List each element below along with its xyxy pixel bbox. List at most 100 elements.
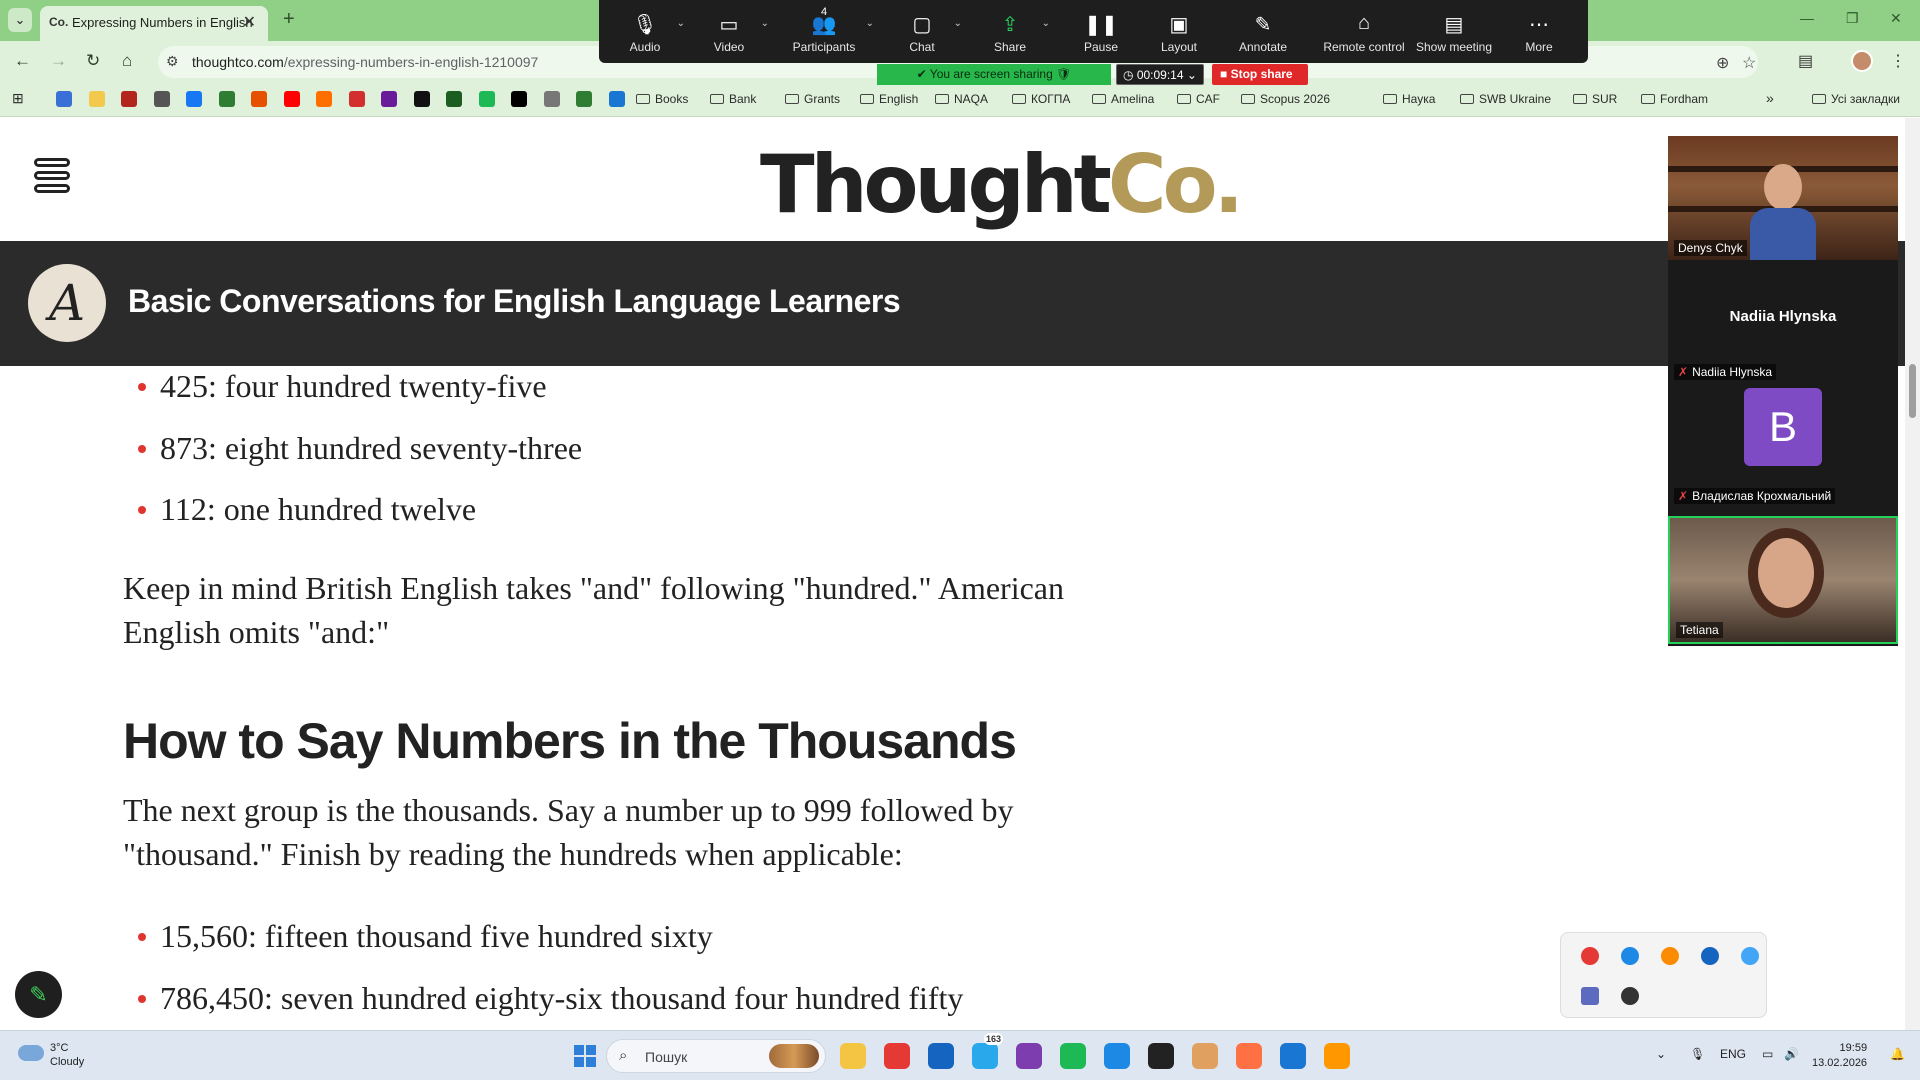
bookmark-star-icon[interactable]: ☆ — [1742, 53, 1756, 73]
cat-app-icon[interactable] — [1192, 1043, 1218, 1069]
annotate-pencil-icon[interactable]: ✎ — [15, 971, 62, 1018]
series-title[interactable]: Basic Conversations for English Language… — [128, 283, 901, 320]
pause-button[interactable]: ❚❚ Pause — [1061, 0, 1141, 63]
security-tray-icon[interactable] — [1621, 947, 1639, 965]
chevron-down-icon[interactable]: ⌄ — [677, 18, 685, 29]
annotate-button[interactable]: ✎ Annotate — [1223, 0, 1303, 63]
home-icon[interactable]: ⌂ — [122, 51, 132, 71]
avast-tray-icon[interactable] — [1661, 947, 1679, 965]
minimize-icon[interactable]: — — [1800, 10, 1814, 26]
scrollbar-thumb[interactable] — [1909, 364, 1916, 418]
viber-icon[interactable] — [1016, 1043, 1042, 1069]
video-tile[interactable]: Denys Chyk — [1668, 136, 1898, 260]
sketch-app-icon[interactable] — [1236, 1043, 1262, 1069]
remote-control-button[interactable]: ⌂ Remote control — [1317, 0, 1411, 63]
chevron-down-icon[interactable]: ⌄ — [866, 18, 874, 29]
bookmark-favicon-icon[interactable] — [121, 91, 137, 107]
chat-button[interactable]: ▢ Chat ⌄ — [882, 0, 962, 63]
side-panel-icon[interactable]: ▤ — [1798, 51, 1813, 71]
layout-button[interactable]: ▣ Layout — [1139, 0, 1219, 63]
store-icon[interactable] — [1104, 1043, 1130, 1069]
network-tray-icon[interactable] — [1741, 947, 1759, 965]
bookmark-favicon-icon[interactable] — [413, 91, 430, 107]
back-arrow-icon[interactable]: ← — [14, 51, 31, 71]
bookmark-favicon-icon[interactable] — [478, 91, 495, 107]
chrome-menu-icon[interactable]: ⋮ — [1890, 51, 1906, 71]
bookmark-favicon-icon[interactable] — [381, 91, 397, 107]
chevron-down-icon[interactable]: ⌄ — [761, 18, 769, 29]
bookmark-favicon-icon[interactable] — [153, 91, 170, 107]
media-player-icon[interactable] — [1324, 1043, 1350, 1069]
file-explorer-icon[interactable] — [840, 1043, 866, 1069]
zoom-tray-icon[interactable] — [1701, 947, 1719, 965]
bookmark-favicon-icon[interactable] — [316, 91, 332, 107]
zoom-magnifier-icon[interactable]: ⊕ — [1716, 53, 1729, 73]
page-scrollbar[interactable] — [1905, 118, 1920, 1030]
video-tile[interactable]: B ✗ Владислав Крохмальний — [1668, 384, 1898, 508]
chrome-icon[interactable] — [884, 1043, 910, 1069]
microphone-tray-icon[interactable]: 🎙 — [1690, 1047, 1705, 1061]
bookmark-folder[interactable]: Books — [636, 92, 688, 106]
app-tray-icon[interactable] — [1621, 987, 1639, 1005]
bookmark-favicon-icon[interactable] — [56, 91, 72, 107]
chevron-down-icon[interactable]: ⌄ — [1042, 18, 1050, 29]
apps-grid-icon[interactable]: ⊞ — [12, 90, 24, 107]
bookmark-folder[interactable]: Grants — [785, 92, 840, 106]
telegram-icon[interactable]: 163 — [972, 1033, 1004, 1069]
chevron-down-icon[interactable]: ⌄ — [954, 18, 962, 29]
bookmark-folder[interactable]: КОГПА — [1012, 92, 1070, 106]
meeting-timer[interactable]: ◷ 00:09:14 ⌄ — [1116, 64, 1204, 85]
bookmark-folder[interactable]: English — [860, 92, 918, 106]
reload-icon[interactable]: ↻ — [86, 51, 100, 71]
bookmark-favicon-icon[interactable] — [576, 91, 592, 107]
bookmark-folder[interactable]: Bank — [710, 92, 756, 106]
chrome-tray-icon[interactable] — [1581, 947, 1599, 965]
bookmark-favicon-icon[interactable] — [348, 91, 365, 107]
more-bookmarks-chevron-icon[interactable]: » — [1766, 90, 1774, 106]
bookmark-favicon-icon[interactable] — [543, 91, 560, 107]
restore-icon[interactable]: ❐ — [1846, 10, 1859, 27]
system-clock[interactable]: 19:59 13.02.2026 — [1812, 1041, 1867, 1071]
bookmark-folder[interactable]: CAF — [1177, 92, 1220, 106]
bookmark-favicon-icon[interactable] — [511, 91, 527, 107]
bookmark-folder[interactable]: Fordham — [1641, 92, 1708, 106]
profile-avatar[interactable] — [1851, 50, 1873, 72]
video-tile[interactable]: Nadiia Hlynska ✗ Nadiia Hlynska — [1668, 260, 1898, 384]
bookmark-favicon-icon[interactable] — [446, 91, 462, 107]
bookmark-favicon-icon[interactable] — [608, 91, 625, 107]
bookmark-folder[interactable]: Amelina — [1092, 92, 1154, 106]
share-button[interactable]: ⇪ Share ⌄ — [970, 0, 1050, 63]
app-icon[interactable] — [1148, 1043, 1174, 1069]
bookmark-favicon-icon[interactable] — [186, 91, 202, 107]
active-speaker-video-tile[interactable]: Tetiana — [1668, 516, 1898, 644]
bookmark-folder[interactable]: SWB Ukraine — [1460, 92, 1551, 106]
bookmark-favicon-icon[interactable] — [283, 91, 300, 107]
tab-close-icon[interactable]: ✕ — [243, 12, 256, 32]
hamburger-menu-icon[interactable] — [34, 158, 70, 202]
help-icon[interactable] — [1280, 1043, 1306, 1069]
browser-tab[interactable]: Co. Expressing Numbers in English ✕ — [40, 6, 268, 41]
zoom-app-icon[interactable] — [928, 1043, 954, 1069]
close-window-icon[interactable]: ✕ — [1890, 10, 1902, 27]
site-info-icon[interactable]: ⚙ — [166, 53, 179, 70]
spotify-icon[interactable] — [1060, 1043, 1086, 1069]
taskbar-search[interactable]: ⌕ Пошук — [606, 1039, 826, 1073]
bookmark-folder[interactable]: NAQA — [935, 92, 988, 106]
audio-button[interactable]: 🎙 Audio ⌄ — [605, 0, 685, 63]
more-button[interactable]: ⋯ More — [1499, 0, 1579, 63]
bookmark-favicon-icon[interactable] — [218, 91, 235, 107]
bookmark-folder[interactable]: SUR — [1573, 92, 1617, 106]
windows-start-icon[interactable] — [574, 1045, 596, 1067]
notifications-icon[interactable]: 🔔 — [1890, 1047, 1905, 1061]
show-meeting-button[interactable]: ▤ Show meeting — [1411, 0, 1497, 63]
tab-search-chevron-icon[interactable]: ⌄ — [8, 8, 32, 32]
participants-button[interactable]: 👥 Participants ⌄ 4 — [774, 0, 874, 63]
video-button[interactable]: ▭ Video ⌄ — [689, 0, 769, 63]
forward-arrow-icon[interactable]: → — [50, 51, 67, 71]
all-bookmarks-folder[interactable]: Усі закладки — [1812, 92, 1900, 106]
network-icon[interactable]: ▭ — [1762, 1047, 1773, 1061]
cloud-weather-icon[interactable] — [18, 1045, 44, 1061]
show-hidden-icons-chevron-icon[interactable]: ⌄ — [1656, 1047, 1666, 1061]
snipping-tray-icon[interactable] — [1581, 987, 1599, 1005]
bookmark-folder[interactable]: Scopus 2026 — [1241, 92, 1330, 106]
